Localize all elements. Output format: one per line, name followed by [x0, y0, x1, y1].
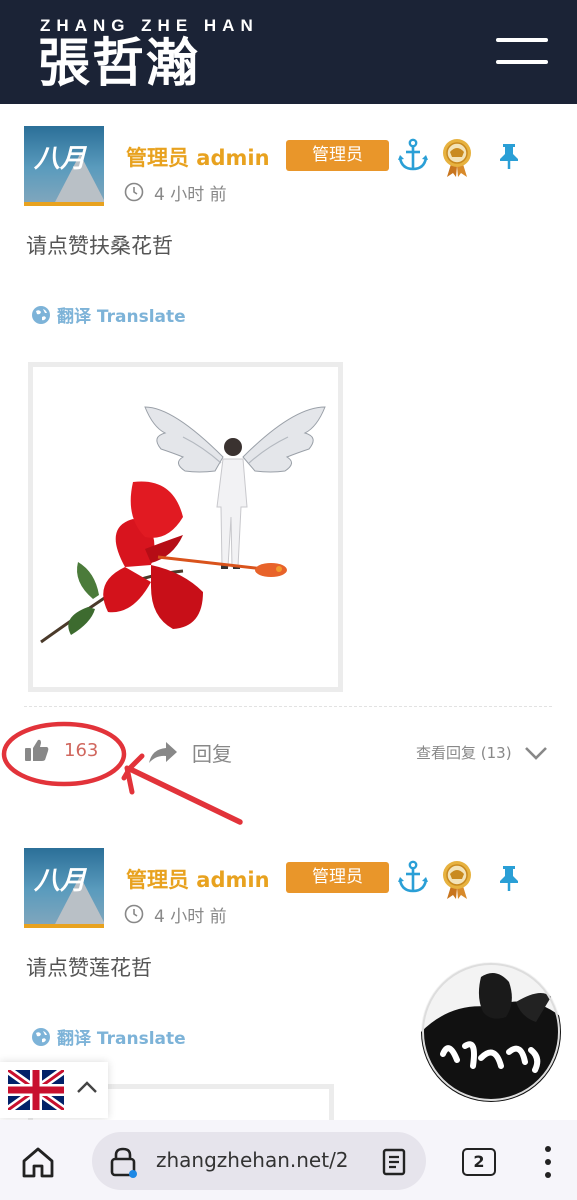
medal-icon — [443, 139, 471, 177]
anchor-icon — [398, 860, 428, 893]
translate-link[interactable]: 翻译 Translate — [31, 1024, 186, 1049]
pin-icon[interactable] — [497, 864, 521, 892]
post-time: 4 小时 前 — [124, 902, 227, 927]
address-bar[interactable]: zhangzhehan.net/2 — [92, 1132, 426, 1190]
thumbs-up-icon — [25, 739, 49, 761]
translate-label: 翻译 Translate — [57, 307, 186, 327]
translate-label: 翻译 Translate — [57, 1029, 186, 1049]
avatar[interactable]: 八月 — [24, 126, 104, 206]
clock-icon — [124, 904, 144, 924]
username[interactable]: 管理员 admin — [126, 142, 270, 172]
globe-icon — [32, 1027, 50, 1046]
username[interactable]: 管理员 admin — [126, 864, 270, 894]
clock-icon — [124, 182, 144, 202]
browser-toolbar: zhangzhehan.net/2 2 — [0, 1120, 577, 1200]
uk-flag-icon — [8, 1070, 64, 1110]
post-image[interactable] — [28, 362, 343, 692]
reply-label: 回复 — [192, 742, 232, 766]
post-time: 4 小时 前 — [124, 180, 227, 205]
site-logo[interactable]: 張哲瀚 — [38, 34, 200, 94]
view-replies-toggle[interactable]: 查看回复 (13) — [416, 742, 548, 763]
avatar-text: 八月 — [34, 144, 87, 174]
post-actions: 163 回复 查看回复 (13) — [0, 734, 577, 774]
home-icon[interactable] — [20, 1144, 56, 1180]
reply-button[interactable]: 回复 — [148, 738, 232, 767]
tab-count-button[interactable]: 2 — [462, 1148, 496, 1176]
like-count: 163 — [64, 739, 99, 761]
music-player-disc[interactable] — [421, 962, 561, 1102]
globe-icon — [32, 305, 50, 324]
role-badge: 管理员 — [286, 140, 389, 171]
pin-icon[interactable] — [497, 142, 521, 170]
role-badge: 管理员 — [286, 862, 389, 893]
chevron-down-icon — [524, 746, 547, 760]
chevron-up-icon — [77, 1081, 97, 1093]
lock-icon — [110, 1147, 137, 1178]
translate-link[interactable]: 翻译 Translate — [31, 302, 186, 327]
site-header: ZHANG ZHE HAN 張哲瀚 — [0, 0, 577, 104]
hibiscus-angel-illustration — [40, 406, 326, 644]
anchor-icon — [398, 138, 428, 171]
url-text: zhangzhehan.net/2 — [156, 1148, 349, 1172]
hamburger-icon[interactable] — [496, 36, 550, 66]
avatar-text: 八月 — [34, 866, 87, 896]
post-text: 请点赞扶桑花哲 — [26, 234, 173, 258]
post-divider — [24, 706, 552, 707]
reader-mode-icon[interactable] — [380, 1148, 408, 1176]
medal-icon — [443, 861, 471, 899]
share-arrow-icon — [149, 741, 177, 763]
time-label: 4 小时 前 — [154, 184, 227, 205]
post-card: 八月 管理员 admin 管理员 4 小时 前 请点赞扶桑花哲 翻译 Trans… — [0, 104, 577, 804]
more-options-icon[interactable] — [540, 1144, 556, 1180]
avatar[interactable]: 八月 — [24, 848, 104, 928]
language-switcher[interactable] — [0, 1062, 108, 1118]
post-text: 请点赞莲花哲 — [26, 956, 152, 980]
time-label: 4 小时 前 — [154, 906, 227, 927]
view-replies-label: 查看回复 (13) — [416, 744, 512, 762]
like-button[interactable]: 163 — [24, 738, 98, 762]
